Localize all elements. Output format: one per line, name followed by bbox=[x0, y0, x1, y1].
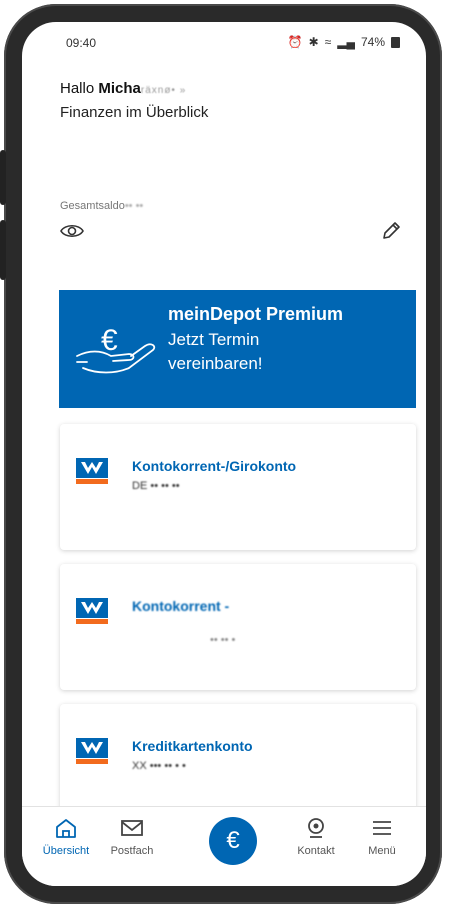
webcam-contact-icon bbox=[308, 818, 324, 838]
power-button bbox=[0, 220, 6, 280]
signal-icon: ▂▄ bbox=[337, 35, 355, 49]
account-iban: DE •• •• •• bbox=[132, 480, 180, 492]
account-iban: •• •• • bbox=[210, 634, 236, 646]
account-title: Kontokorrent-/Girokonto bbox=[132, 458, 297, 474]
nav-payment-button[interactable]: € bbox=[209, 817, 257, 865]
eye-icon[interactable] bbox=[60, 222, 84, 240]
account-title: Kontokorrent - bbox=[132, 598, 230, 614]
hand-euro-icon: € bbox=[76, 324, 156, 374]
account-iban: XX ••• •• • • bbox=[132, 760, 186, 772]
user-name-blurred: räxnø• » bbox=[140, 85, 187, 96]
battery-percentage: 74% bbox=[360, 35, 385, 49]
nav-overview[interactable]: Übersicht bbox=[34, 817, 98, 857]
user-name: Micha bbox=[98, 80, 141, 97]
account-card[interactable]: Kontokorrent-/Girokonto DE •• •• •• bbox=[60, 424, 416, 550]
hamburger-menu-icon bbox=[373, 821, 391, 835]
bluetooth-icon: ✱ bbox=[308, 35, 319, 49]
page-subtitle: Finanzen im Überblick bbox=[60, 104, 209, 121]
nav-postfach[interactable]: Postfach bbox=[100, 817, 164, 857]
battery-icon bbox=[391, 36, 400, 48]
mail-icon bbox=[121, 820, 143, 836]
promo-banner[interactable]: € meinDepot Premium Jetzt Termin vereinb… bbox=[59, 290, 416, 408]
status-bar: 09:40 ⏰ ✱ ≈ ▂▄ 74% bbox=[22, 22, 426, 58]
bank-logo-icon bbox=[76, 738, 108, 764]
nav-menu[interactable]: Menü bbox=[350, 817, 414, 857]
bank-logo-icon bbox=[76, 598, 108, 624]
bottom-navigation: Übersicht Postfach € Kontakt Menü bbox=[22, 806, 426, 886]
total-balance-label: Gesamtsaldo•• •• bbox=[60, 200, 144, 212]
alarm-icon: ⏰ bbox=[287, 35, 303, 49]
bank-logo-icon bbox=[76, 458, 108, 484]
nav-kontakt[interactable]: Kontakt bbox=[284, 817, 348, 857]
account-title: Kreditkartenkonto bbox=[132, 738, 253, 754]
greeting: Hallo Micharäxnø• » bbox=[60, 80, 186, 97]
wifi-icon: ≈ bbox=[324, 35, 332, 49]
home-icon bbox=[56, 819, 76, 838]
status-time: 09:40 bbox=[66, 36, 97, 50]
account-card[interactable]: Kontokorrent - •• •• • bbox=[60, 564, 416, 690]
promo-text: Jetzt Termin vereinbaren! bbox=[168, 330, 263, 373]
greeting-prefix: Hallo bbox=[60, 80, 95, 97]
promo-title: meinDepot Premium bbox=[168, 304, 344, 324]
status-icons: ⏰ ✱ ≈ ▂▄ 74% bbox=[288, 35, 400, 49]
volume-button bbox=[0, 150, 6, 205]
edit-pencil-icon[interactable] bbox=[380, 220, 402, 242]
app-screen: 09:40 ⏰ ✱ ≈ ▂▄ 74% Hallo Micharäxnø• » F… bbox=[22, 22, 426, 886]
